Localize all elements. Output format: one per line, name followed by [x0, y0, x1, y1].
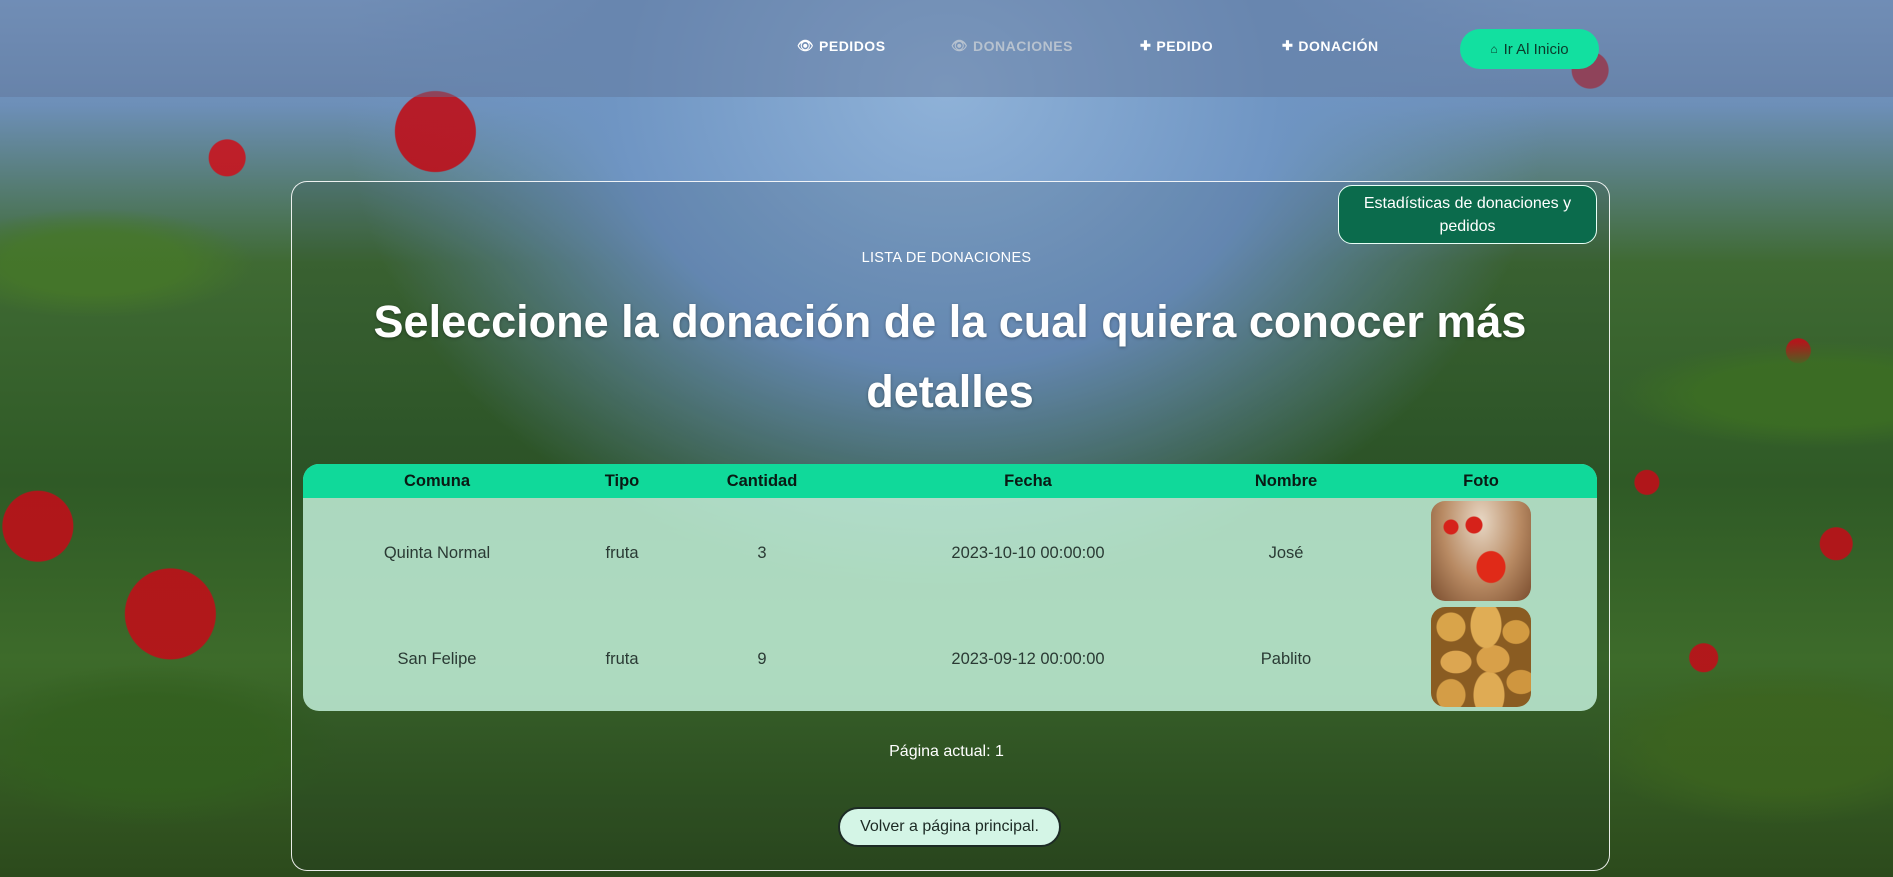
cell-tipo: fruta [605, 544, 639, 562]
nav-item-donacion[interactable]: ✚ DONACIÓN [1282, 38, 1379, 54]
cell-nombre: Pablito [1260, 650, 1312, 668]
section-eyebrow: LISTA DE DONACIONES [861, 250, 1032, 266]
nav-item-label: DONACIONES [973, 38, 1073, 54]
cell-tipo: fruta [605, 650, 639, 668]
donation-photo-potato[interactable] [1431, 607, 1531, 707]
nav-item-label: PEDIDO [1156, 38, 1214, 54]
column-header-nombre: Nombre [1254, 472, 1318, 490]
home-button-label: Ir Al Inicio [1503, 40, 1569, 58]
cell-nombre: José [1268, 544, 1304, 562]
nav-item-pedidos[interactable]: 👁 PEDIDOS [797, 38, 886, 54]
cell-cantidad: 3 [757, 544, 767, 562]
cell-fecha: 2023-10-10 00:00:00 [951, 544, 1105, 562]
stats-button[interactable]: Estadísticas de donaciones y pedidos [1338, 185, 1597, 244]
column-header-cantidad: Cantidad [726, 472, 798, 490]
cell-comuna: San Felipe [397, 650, 477, 668]
donations-table: Comuna Tipo Cantidad Fecha Nombre Foto Q… [303, 464, 1597, 711]
nav-item-pedido[interactable]: ✚ PEDIDO [1140, 38, 1213, 54]
home-icon: ⌂ [1490, 42, 1498, 56]
home-button[interactable]: ⌂ Ir Al Inicio [1460, 29, 1599, 69]
page-title: Seleccione la donación de la cual quiera… [373, 296, 1527, 417]
column-header-tipo: Tipo [604, 472, 640, 490]
column-header-comuna: Comuna [404, 472, 470, 490]
cell-fecha: 2023-09-12 00:00:00 [951, 650, 1105, 668]
back-to-home-button[interactable]: Volver a página principal. [838, 807, 1061, 847]
current-page-label: Página actual: 1 [889, 743, 1004, 760]
table-row[interactable]: Quinta Normal fruta 3 2023-10-10 00:00:0… [303, 498, 1597, 604]
nav-item-donaciones[interactable]: 👁 DONACIONES [951, 38, 1073, 54]
cell-cantidad: 9 [757, 650, 767, 668]
table-row[interactable]: San Felipe fruta 9 2023-09-12 00:00:00 P… [303, 604, 1597, 710]
donation-photo-tomato[interactable] [1431, 501, 1531, 601]
eye-icon: 👁 [797, 38, 815, 53]
nav-item-label: DONACIÓN [1298, 38, 1379, 54]
top-navbar: 👁 PEDIDOS 👁 DONACIONES ✚ PEDIDO ✚ DONACI… [0, 0, 1893, 97]
cell-comuna: Quinta Normal [383, 544, 491, 562]
eye-icon: 👁 [951, 38, 969, 53]
column-header-foto: Foto [1463, 472, 1499, 490]
plus-icon: ✚ [1282, 38, 1294, 53]
plus-icon: ✚ [1140, 38, 1152, 53]
nav-item-label: PEDIDOS [819, 38, 886, 54]
column-header-fecha: Fecha [1004, 472, 1052, 490]
table-header: Comuna Tipo Cantidad Fecha Nombre Foto [303, 464, 1597, 498]
